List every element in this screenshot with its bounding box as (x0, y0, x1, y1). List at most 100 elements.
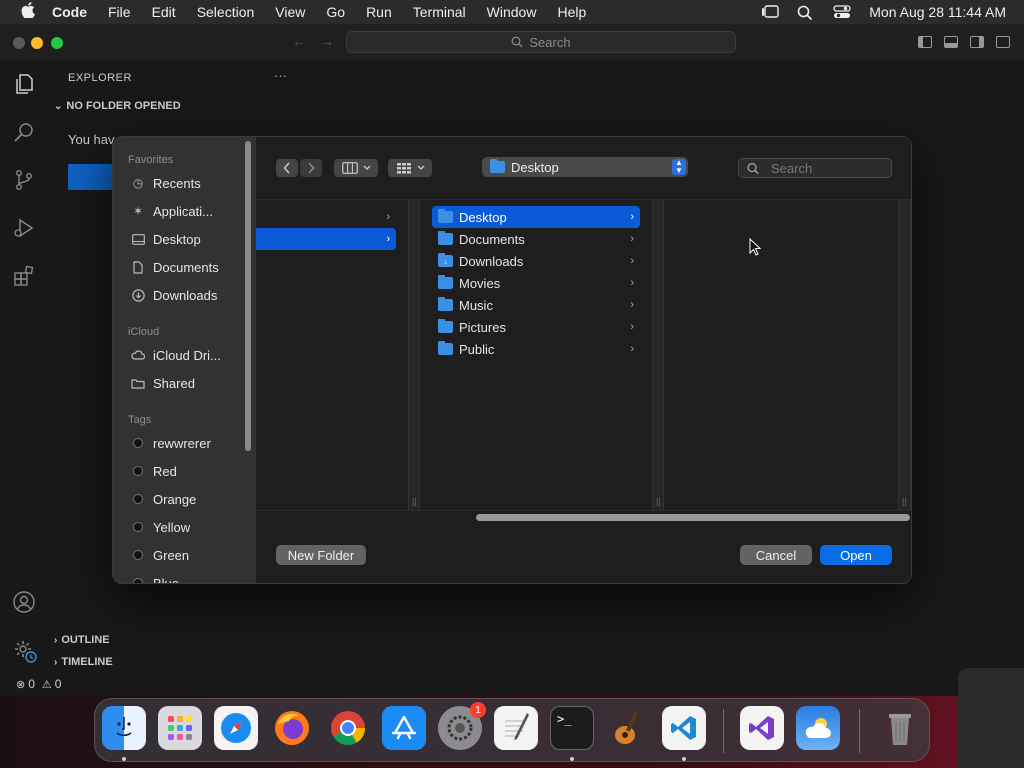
activity-bar (0, 60, 48, 680)
chrome-icon[interactable] (326, 706, 370, 750)
vscode-icon[interactable] (662, 706, 706, 750)
timeline-section[interactable]: › TIMELINE (54, 656, 113, 668)
sidebar-tag-blue[interactable]: Blue (131, 571, 179, 583)
sidebar-tag-orange[interactable]: Orange (131, 487, 196, 511)
trash-icon[interactable] (878, 706, 922, 750)
icloud-group-label: iCloud (128, 326, 160, 338)
dock-separator (859, 709, 860, 753)
outline-section[interactable]: › OUTLINE (54, 634, 110, 646)
new-folder-button[interactable]: New Folder (276, 545, 366, 565)
launchpad-icon[interactable] (158, 706, 202, 750)
menubar-clock[interactable]: Mon Aug 28 11:44 AM (869, 4, 1006, 20)
menu-terminal[interactable]: Terminal (413, 4, 466, 20)
location-dropdown[interactable]: Desktop ▲ ▼ (482, 157, 688, 177)
menu-window[interactable]: Window (487, 4, 537, 20)
cancel-button[interactable]: Cancel (740, 545, 812, 565)
open-button[interactable]: Open (820, 545, 892, 565)
back-arrow-icon[interactable]: ← (292, 33, 306, 49)
view-mode-button[interactable] (334, 159, 378, 177)
folder-row-desktop[interactable]: Desktop › (432, 206, 640, 228)
toggle-secondary-sidebar-icon[interactable] (970, 36, 984, 48)
horizontal-scrollbar[interactable] (476, 513, 910, 521)
sidebar-item-downloads[interactable]: Downloads (131, 283, 217, 307)
finder-icon[interactable] (102, 706, 146, 750)
sidebar-item-label: Recents (153, 175, 201, 191)
search-view-icon[interactable] (12, 120, 36, 144)
chevron-right-icon: › (386, 233, 390, 245)
app-store-icon[interactable] (382, 706, 426, 750)
menu-app-name[interactable]: Code (52, 4, 87, 20)
weather-icon[interactable] (796, 706, 840, 750)
dialog-search-field[interactable] (738, 158, 892, 178)
download-icon (131, 288, 145, 302)
sidebar-item-applications[interactable]: ✶ Applicati... (131, 199, 213, 223)
more-actions-icon[interactable]: ··· (274, 68, 287, 83)
column-desktop-contents[interactable] (664, 200, 896, 510)
forward-button[interactable] (300, 159, 322, 177)
forward-arrow-icon[interactable]: → (320, 33, 334, 49)
folder-row-pictures[interactable]: Pictures › (432, 316, 640, 338)
column-row-selected[interactable]: › (256, 228, 396, 250)
back-button[interactable] (276, 159, 298, 177)
menu-run[interactable]: Run (366, 4, 392, 20)
sidebar-item-documents[interactable]: Documents (131, 255, 219, 279)
sidebar-item-recents[interactable]: ◷ Recents (131, 171, 201, 195)
sidebar-item-shared[interactable]: Shared (131, 371, 195, 395)
textedit-icon[interactable] (494, 706, 538, 750)
group-by-button[interactable] (388, 159, 432, 177)
column-resize-divider[interactable]: || (898, 200, 911, 510)
menu-help[interactable]: Help (557, 4, 586, 20)
sidebar-tag-green[interactable]: Green (131, 543, 189, 567)
run-debug-icon[interactable] (12, 216, 36, 240)
zoom-window-button[interactable] (51, 37, 63, 49)
menu-selection[interactable]: Selection (197, 4, 255, 20)
menu-file[interactable]: File (108, 4, 131, 20)
column-home: Desktop › Documents › ↓ Downloads › Movi… (420, 200, 652, 510)
sidebar-item-desktop[interactable]: Desktop (131, 227, 201, 251)
control-center-icon[interactable] (833, 5, 851, 19)
column-resize-divider[interactable]: || (652, 200, 664, 510)
menu-view[interactable]: View (275, 4, 305, 20)
sidebar-tag-rewwrerer[interactable]: rewwrerer (131, 431, 211, 455)
folder-row-downloads[interactable]: ↓ Downloads › (432, 250, 640, 272)
sidebar-scrollbar[interactable] (245, 141, 251, 451)
extensions-icon[interactable] (12, 264, 36, 288)
close-window-button[interactable] (13, 37, 25, 49)
tag-dot-icon (133, 522, 143, 532)
command-center-search[interactable]: Search (346, 31, 736, 53)
sidebar-item-icloud-drive[interactable]: iCloud Dri... (131, 343, 221, 367)
apple-icon[interactable] (18, 2, 38, 22)
folder-row-public[interactable]: Public › (432, 338, 640, 360)
firefox-icon[interactable] (270, 706, 314, 750)
garageband-icon[interactable] (606, 706, 650, 750)
no-folder-section[interactable]: ⌄ NO FOLDER OPENED (54, 100, 181, 112)
stage-manager-icon[interactable] (761, 5, 779, 19)
customize-layout-icon[interactable] (996, 36, 1010, 48)
accounts-icon[interactable] (12, 590, 36, 614)
folder-row-documents[interactable]: Documents › (432, 228, 640, 250)
dialog-search-input[interactable] (769, 159, 891, 177)
menu-go[interactable]: Go (326, 4, 345, 20)
menu-edit[interactable]: Edit (152, 4, 176, 20)
system-settings-icon[interactable]: 1 (438, 702, 486, 750)
terminal-icon[interactable]: >_ (550, 706, 594, 750)
problems-status[interactable]: ⊗ 0 ⚠ 0 (16, 677, 61, 691)
source-control-icon[interactable] (12, 168, 36, 192)
horizontal-scroll-thumb[interactable] (476, 514, 910, 521)
visual-studio-icon[interactable] (740, 706, 784, 750)
column-resize-divider[interactable]: || (408, 200, 420, 510)
folder-icon (438, 341, 453, 355)
folder-row-music[interactable]: Music › (432, 294, 640, 316)
toggle-panel-icon[interactable] (944, 36, 958, 48)
sidebar-tag-yellow[interactable]: Yellow (131, 515, 190, 539)
explorer-files-icon[interactable] (12, 72, 36, 96)
sidebar-tag-red[interactable]: Red (131, 459, 177, 483)
toggle-primary-sidebar-icon[interactable] (918, 36, 932, 48)
chevron-down-icon (417, 165, 424, 170)
column-row[interactable]: › (256, 206, 396, 228)
folder-row-movies[interactable]: Movies › (432, 272, 640, 294)
minimize-window-button[interactable] (31, 37, 43, 49)
safari-icon[interactable] (214, 706, 258, 750)
manage-gear-icon[interactable] (12, 638, 37, 663)
spotlight-search-icon[interactable] (797, 5, 815, 21)
